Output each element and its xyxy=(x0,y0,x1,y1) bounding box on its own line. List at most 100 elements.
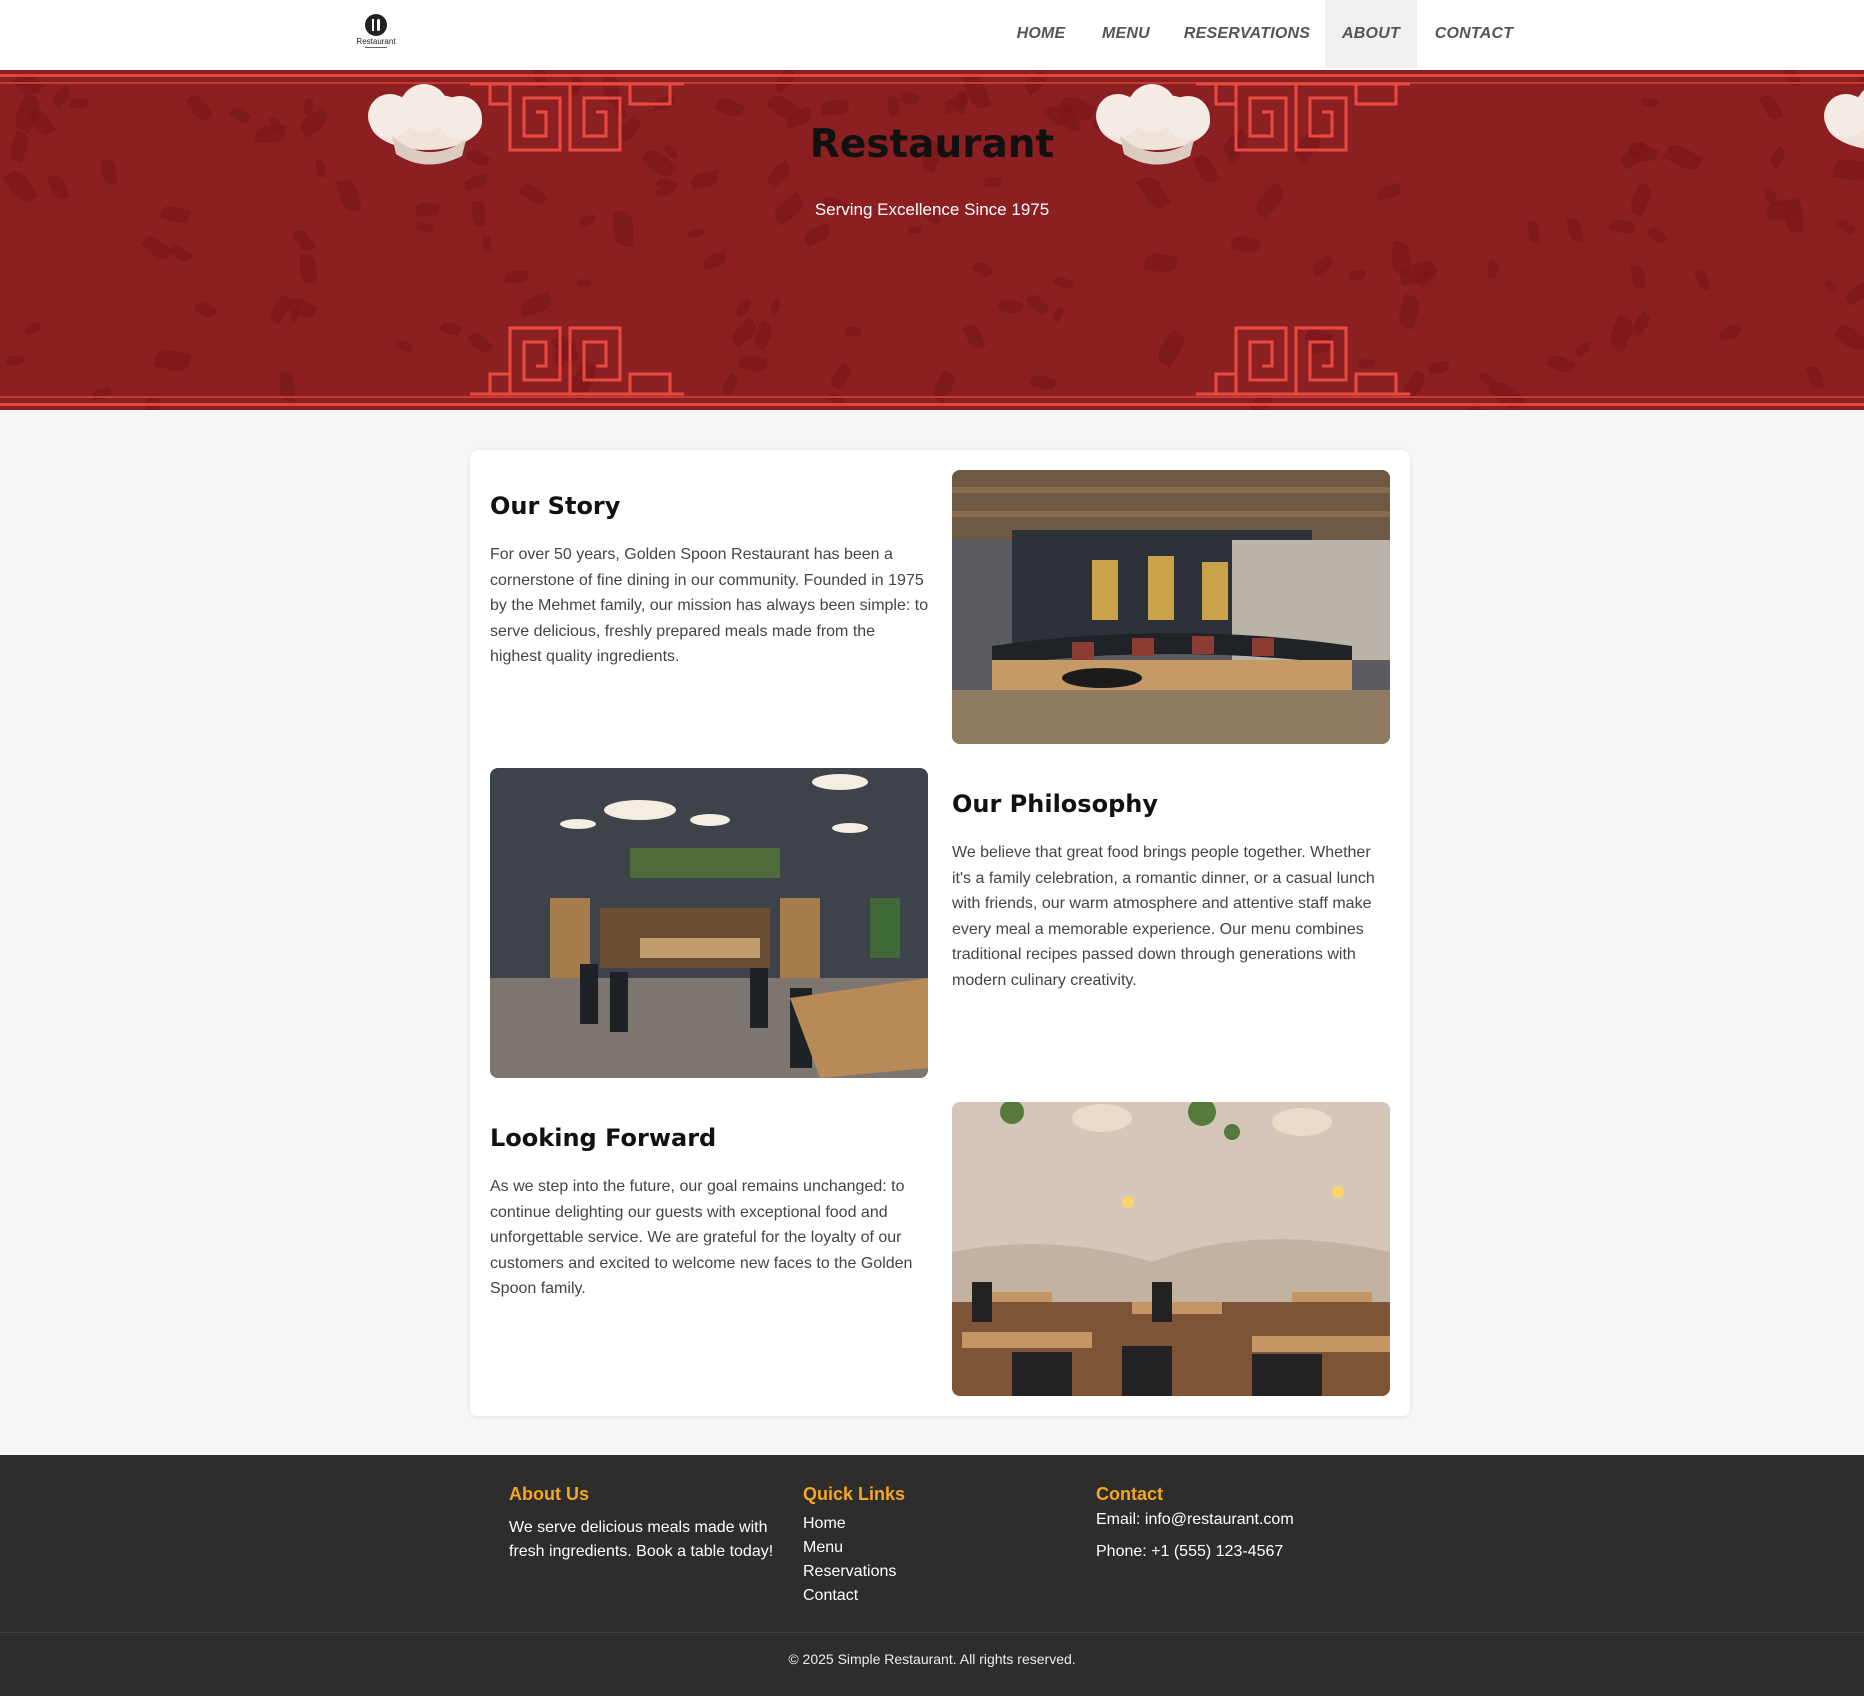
footer-link-menu[interactable]: Menu xyxy=(803,1539,843,1557)
leaf-pattern-shape xyxy=(961,321,987,352)
leaf-pattern-shape xyxy=(416,220,436,235)
footer-contact-title: Contact xyxy=(1096,1484,1163,1504)
leaf-pattern-shape xyxy=(687,228,704,238)
footer-link-reservations[interactable]: Reservations xyxy=(803,1563,896,1581)
footer-copyright: © 2025 Simple Restaurant. All rights res… xyxy=(788,1651,1076,1667)
section-title-looking-forward: Looking Forward xyxy=(490,1124,717,1152)
site-footer: About Us We serve delicious meals made w… xyxy=(0,1455,1864,1696)
footer-link-contact[interactable]: Contact xyxy=(803,1587,858,1605)
leaf-pattern-shape xyxy=(1630,263,1646,289)
leaf-pattern-shape xyxy=(1832,320,1864,355)
section-title-our-philosophy: Our Philosophy xyxy=(952,790,1158,818)
leaf-pattern-shape xyxy=(1574,340,1594,358)
leaf-pattern-shape xyxy=(732,297,754,319)
leaf-pattern-shape xyxy=(802,221,834,247)
leaf-pattern-shape xyxy=(464,173,490,191)
leaf-pattern-shape xyxy=(1348,269,1367,281)
nav-menu[interactable]: MENU xyxy=(1086,0,1166,68)
footer-email: Email: info@restaurant.com xyxy=(1096,1511,1294,1528)
leaf-pattern-shape xyxy=(887,96,900,117)
leaf-pattern-shape xyxy=(141,231,173,263)
leaf-pattern-shape xyxy=(394,339,413,354)
leaf-pattern-shape xyxy=(1605,313,1637,354)
leaf-pattern-shape xyxy=(983,176,1003,188)
bar-interior-image xyxy=(952,470,1390,744)
leaf-pattern-shape xyxy=(1646,224,1669,246)
leaf-pattern-shape xyxy=(1641,96,1659,109)
leaf-pattern-shape xyxy=(1823,277,1839,294)
footer-about-title: About Us xyxy=(509,1484,589,1504)
footer-quick-links-title: Quick Links xyxy=(803,1484,906,1504)
footer-phone: Phone: +1 (555) 123-4567 xyxy=(1096,1543,1284,1560)
footer-link-home[interactable]: Home xyxy=(803,1515,846,1533)
leaf-pattern-shape xyxy=(1718,323,1743,342)
leaf-pattern-shape xyxy=(300,253,318,284)
nav-contact[interactable]: CONTACT xyxy=(1425,0,1523,68)
leaf-pattern-shape xyxy=(45,172,71,203)
leaf-pattern-shape xyxy=(69,97,88,108)
about-card: Our Story For over 50 years, Golden Spoo… xyxy=(470,450,1410,1416)
leaf-pattern-shape xyxy=(1230,233,1261,256)
leaf-pattern-shape xyxy=(844,325,863,338)
leaf-pattern-shape xyxy=(826,362,854,391)
leaf-pattern-shape xyxy=(504,270,528,284)
leaf-pattern-shape xyxy=(1629,310,1653,336)
leaf-pattern-shape xyxy=(1050,305,1066,323)
section-text-our-philosophy: We believe that great food brings people… xyxy=(952,844,1375,989)
leaf-pattern-shape xyxy=(1546,351,1577,376)
leaf-pattern-shape xyxy=(184,91,214,124)
hero-subtitle: Serving Excellence Since 1975 xyxy=(814,200,1050,219)
leaf-pattern-shape xyxy=(1758,92,1783,123)
leaf-pattern-shape xyxy=(481,235,492,252)
leaf-pattern-shape xyxy=(689,169,720,190)
site-header: Restaurant HOME MENU RESERVATIONS ABOUT … xyxy=(0,0,1864,70)
hero-bottom-border-inner xyxy=(0,396,1864,398)
footer-divider xyxy=(0,1632,1864,1633)
leaf-pattern-shape xyxy=(152,347,192,374)
leaf-pattern-shape xyxy=(1843,280,1864,306)
leaf-pattern-shape xyxy=(439,319,463,337)
hero-top-border-inner xyxy=(0,82,1864,84)
fretwork-ornament xyxy=(470,326,684,396)
leaf-pattern-shape xyxy=(822,99,850,116)
leaf-pattern-shape xyxy=(1693,267,1712,292)
leaf-pattern-shape xyxy=(291,227,317,255)
hero-bottom-border xyxy=(0,403,1864,406)
leaf-pattern-shape xyxy=(719,371,741,396)
leaf-pattern-shape xyxy=(737,352,769,375)
section-text-our-story: For over 50 years, Golden Spoon Restaura… xyxy=(490,546,929,666)
rustic-dining-image xyxy=(952,1102,1390,1396)
leaf-pattern-shape xyxy=(1804,364,1825,392)
footer-about-text: We serve delicious meals made with fresh… xyxy=(509,1519,774,1560)
leaf-pattern-shape xyxy=(1052,274,1075,292)
leaf-pattern-shape xyxy=(576,277,593,289)
section-title-our-story: Our Story xyxy=(490,492,621,520)
hero-banner: Restaurant Serving Excellence Since 1975 xyxy=(0,70,1864,410)
leaf-pattern-shape xyxy=(971,258,994,280)
leaf-pattern-shape xyxy=(908,225,923,234)
hero-top-border xyxy=(0,74,1864,77)
hero-title: Restaurant xyxy=(809,122,1055,167)
section-text-looking-forward: As we step into the future, our goal rem… xyxy=(490,1178,913,1298)
leaf-pattern-shape xyxy=(996,296,1025,317)
leaf-pattern-shape xyxy=(1783,70,1802,90)
dining-room-image xyxy=(490,768,928,1078)
nav-about[interactable]: ABOUT xyxy=(1325,0,1417,68)
leaf-pattern-shape xyxy=(167,240,193,265)
leaf-pattern-shape xyxy=(1025,291,1050,318)
leaf-pattern-shape xyxy=(768,297,783,315)
leaf-pattern-shape xyxy=(5,355,24,367)
leaf-pattern-shape xyxy=(1029,372,1057,393)
leaf-pattern-shape xyxy=(518,291,554,317)
leaf-pattern-shape xyxy=(1566,216,1584,243)
nav-reservations[interactable]: RESERVATIONS xyxy=(1172,0,1322,68)
nav-home[interactable]: HOME xyxy=(1003,0,1079,68)
leaf-pattern-shape xyxy=(701,250,729,270)
leaf-pattern-shape xyxy=(1310,254,1335,277)
leaf-pattern-shape xyxy=(714,94,746,120)
leaf-pattern-shape xyxy=(1428,360,1450,374)
leaf-pattern-shape xyxy=(1485,259,1500,280)
leaf-pattern-shape xyxy=(92,388,112,401)
leaf-pattern-shape xyxy=(193,298,219,321)
leaf-pattern-shape xyxy=(655,187,672,197)
